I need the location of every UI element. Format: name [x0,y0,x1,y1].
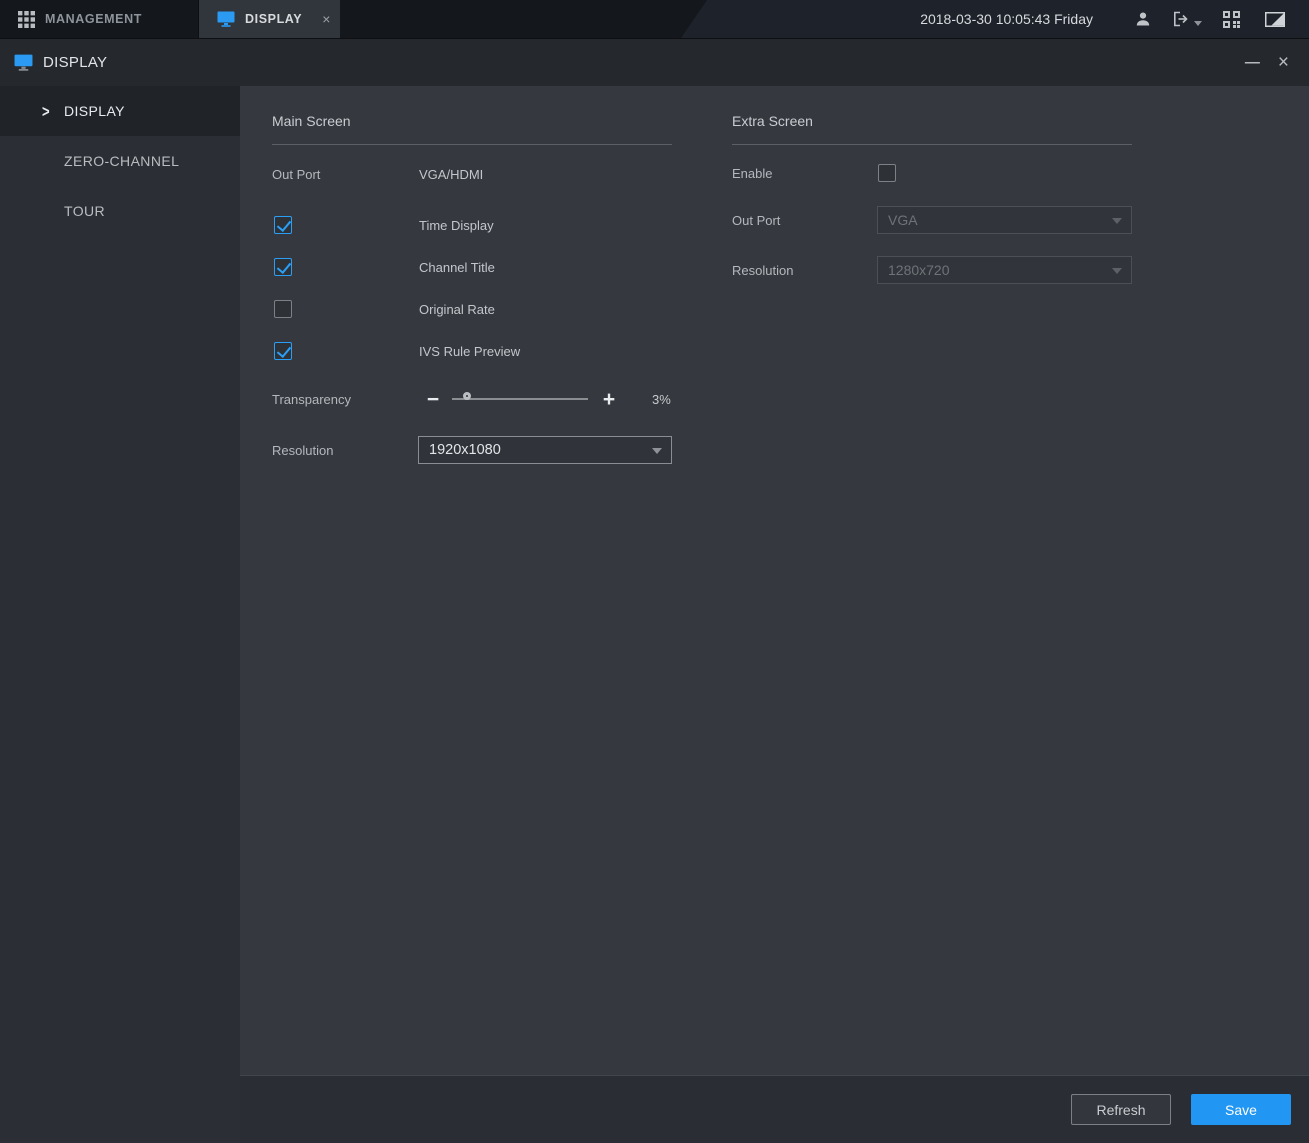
monitor-icon [14,54,33,71]
out-port-label: Out Port [732,213,877,228]
sidebar-item-display[interactable]: > DISPLAY [0,86,240,136]
out-port-value: VGA/HDMI [419,167,483,182]
tab-display-label: DISPLAY [245,12,302,26]
apps-grid-icon [18,11,35,28]
chevron-down-icon [1194,21,1202,26]
dropdown-value: VGA [888,212,918,228]
main-resolution-row: Resolution 1920x1080 [272,436,672,464]
main-screen-section: Main Screen Out Port VGA/HDMI Time Displ… [272,113,672,464]
option-row-ivs-rule-preview: IVS Rule Preview [272,330,672,372]
enable-label: Enable [732,166,878,181]
save-button[interactable]: Save [1191,1094,1291,1125]
tab-close-icon[interactable]: × [322,12,330,26]
monitor-icon [217,11,235,27]
transparency-label: Transparency [272,392,424,407]
extra-out-port-row: Out Port VGA [732,206,1132,234]
display-options: Time Display Channel Title Original Rate [272,204,672,372]
qr-code-icon[interactable] [1209,0,1253,38]
window-titlebar: DISPLAY — × [0,38,1309,86]
datetime-text: 2018-03-30 10:05:43 Friday [920,11,1093,27]
app-screen: MANAGEMENT DISPLAY × 2018-03-30 10:05:43… [0,0,1309,1143]
tab-display[interactable]: DISPLAY × [198,0,340,38]
tab-management[interactable]: MANAGEMENT [0,0,198,38]
extra-out-port-dropdown[interactable]: VGA [877,206,1132,234]
topbar-right: 2018-03-30 10:05:43 Friday [920,0,1309,38]
footer-bar: Refresh Save [240,1075,1309,1143]
sidebar-item-label: ZERO-CHANNEL [64,153,179,169]
extra-screen-section: Extra Screen Enable Out Port VGA Resol [732,113,1132,284]
dropdown-value: 1920x1080 [429,442,501,458]
main-screen-title: Main Screen [272,113,672,145]
transparency-slider[interactable] [452,392,588,406]
out-port-label: Out Port [272,167,419,182]
top-taskbar: MANAGEMENT DISPLAY × 2018-03-30 10:05:43… [0,0,1309,38]
extra-screen-title: Extra Screen [732,113,1132,145]
sidebar-item-label: DISPLAY [64,103,125,119]
settings-content: Main Screen Out Port VGA/HDMI Time Displ… [240,86,1309,1075]
chevron-down-icon [1112,218,1122,224]
resolution-label: Resolution [732,263,877,278]
dropdown-value: 1280x720 [888,262,950,278]
transparency-decrease-button[interactable]: − [424,389,442,410]
option-row-channel-title: Channel Title [272,246,672,288]
extra-resolution-dropdown[interactable]: 1280x720 [877,256,1132,284]
out-port-row: Out Port VGA/HDMI [272,167,672,182]
checkbox-original-rate[interactable] [274,300,292,318]
app-body: > DISPLAY ZERO-CHANNEL TOUR Main Screen … [0,86,1309,1143]
slider-handle[interactable] [463,392,471,400]
slider-track [452,398,588,400]
window-controls: — × [1245,53,1295,72]
window-title: DISPLAY [43,54,107,71]
screen-mode-icon[interactable] [1253,0,1297,38]
transparency-row: Transparency − + 3% [272,384,672,414]
checkbox-ivs-rule-preview[interactable] [274,342,292,360]
option-row-time-display: Time Display [272,204,672,246]
sidebar: > DISPLAY ZERO-CHANNEL TOUR [0,86,240,1143]
transparency-increase-button[interactable]: + [600,389,618,410]
logout-icon[interactable] [1165,0,1209,38]
checkbox-time-display[interactable] [274,216,292,234]
extra-resolution-row: Resolution 1280x720 [732,256,1132,284]
sidebar-item-label: TOUR [64,203,105,219]
option-label: IVS Rule Preview [419,344,520,359]
sidebar-item-zero-channel[interactable]: ZERO-CHANNEL [0,136,240,186]
user-icon[interactable] [1121,0,1165,38]
resolution-label: Resolution [272,443,418,458]
option-row-original-rate: Original Rate [272,288,672,330]
option-label: Time Display [419,218,494,233]
checkbox-channel-title[interactable] [274,258,292,276]
checkbox-extra-enable[interactable] [878,164,896,182]
option-label: Original Rate [419,302,495,317]
right-pane: Main Screen Out Port VGA/HDMI Time Displ… [240,86,1309,1143]
active-arrow-icon: > [42,102,50,121]
transparency-value: 3% [652,392,671,407]
close-icon[interactable]: × [1278,53,1289,72]
refresh-button[interactable]: Refresh [1071,1094,1171,1125]
option-label: Channel Title [419,260,495,275]
sidebar-item-tour[interactable]: TOUR [0,186,240,236]
tab-management-label: MANAGEMENT [45,12,142,26]
main-resolution-dropdown[interactable]: 1920x1080 [418,436,672,464]
enable-row: Enable [732,164,1132,182]
chevron-down-icon [1112,268,1122,274]
minimize-icon[interactable]: — [1245,55,1260,70]
chevron-down-icon [652,448,662,454]
